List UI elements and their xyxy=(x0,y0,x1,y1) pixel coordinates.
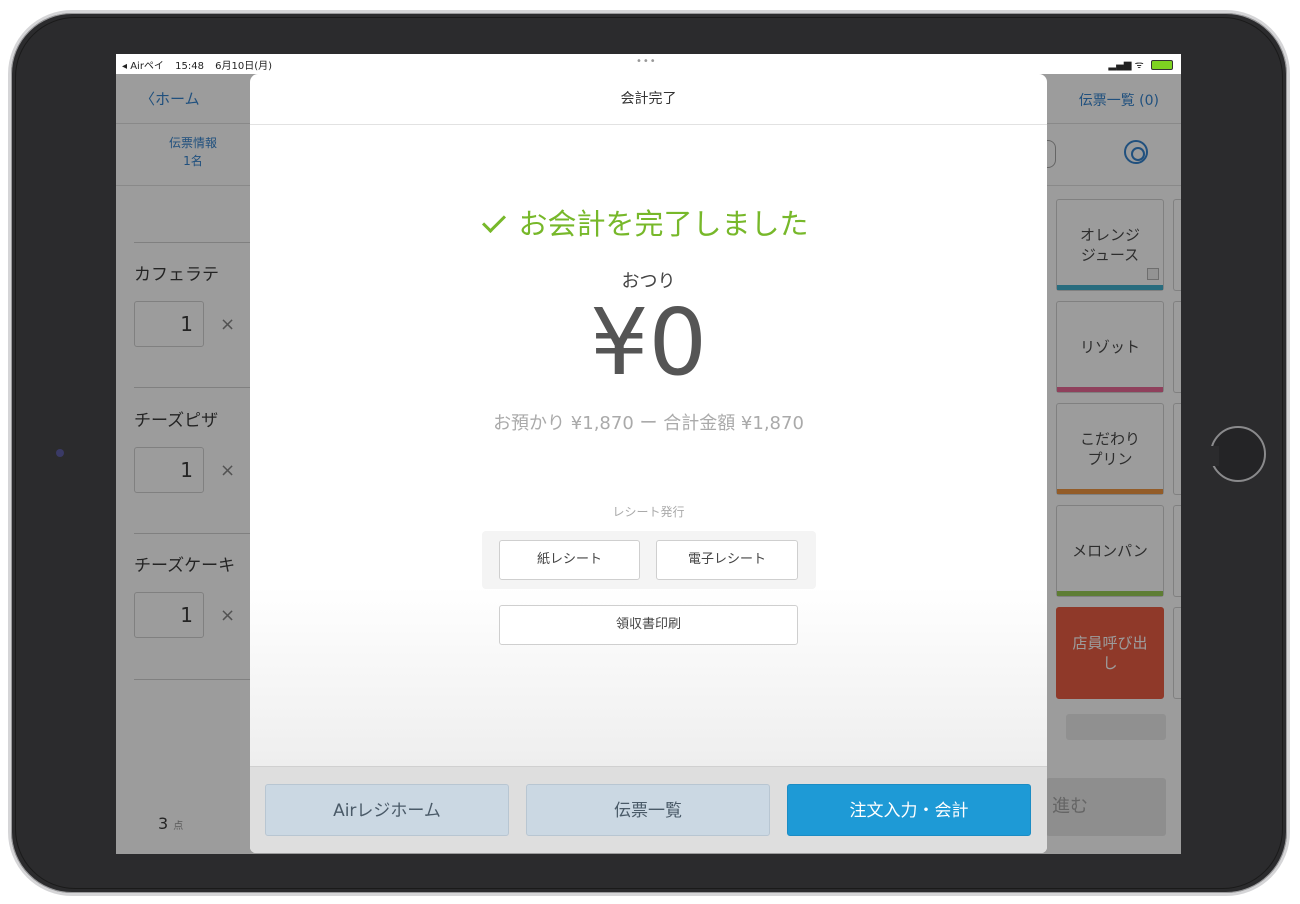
order-entry-button[interactable]: 注文入力・会計 xyxy=(787,784,1031,836)
front-camera xyxy=(56,449,64,457)
back-to-app[interactable]: ◂ Airペイ xyxy=(122,61,164,72)
completion-message: お会計を完了しました xyxy=(250,201,1047,243)
status-bar: ◂ Airペイ 15:48 6月10日(月) ••• ▂▄▆ ᯤ xyxy=(116,54,1181,74)
payment-complete-modal: 会計完了 お会計を完了しました おつり ¥0 お預かり ¥1,870 ー 合計金… xyxy=(250,74,1047,853)
home-hardware-button[interactable] xyxy=(1209,426,1266,482)
status-time: 15:48 xyxy=(175,61,204,72)
change-amount: ¥0 xyxy=(589,289,708,396)
slip-list-button[interactable]: 伝票一覧 xyxy=(526,784,770,836)
battery-icon xyxy=(1151,60,1173,70)
multitask-dots[interactable]: ••• xyxy=(636,56,657,67)
paper-receipt-button[interactable]: 紙レシート xyxy=(499,540,640,580)
check-icon xyxy=(482,208,507,234)
modal-title: 会計完了 xyxy=(250,74,1047,125)
completion-text: お会計を完了しました xyxy=(518,207,809,241)
wifi-icon: ᯤ xyxy=(1134,60,1144,71)
modal-footer: Airレジホーム 伝票一覧 注文入力・会計 xyxy=(250,766,1047,853)
signal-icon: ▂▄▆ xyxy=(1108,60,1132,71)
payment-calculation: お預かり ¥1,870 ー 合計金額 ¥1,870 xyxy=(493,413,804,434)
receipt-section-label: レシート発行 xyxy=(612,505,685,519)
status-date: 6月10日(月) xyxy=(215,61,273,72)
modal-body: お会計を完了しました おつり ¥0 お預かり ¥1,870 ー 合計金額 ¥1,… xyxy=(250,125,1047,766)
e-receipt-button[interactable]: 電子レシート xyxy=(656,540,798,580)
screen: ◂ Airペイ 15:48 6月10日(月) ••• ▂▄▆ ᯤ 〈ホーム 伝票… xyxy=(116,54,1181,854)
airregi-home-button[interactable]: Airレジホーム xyxy=(265,784,509,836)
print-invoice-button[interactable]: 領収書印刷 xyxy=(499,605,798,645)
